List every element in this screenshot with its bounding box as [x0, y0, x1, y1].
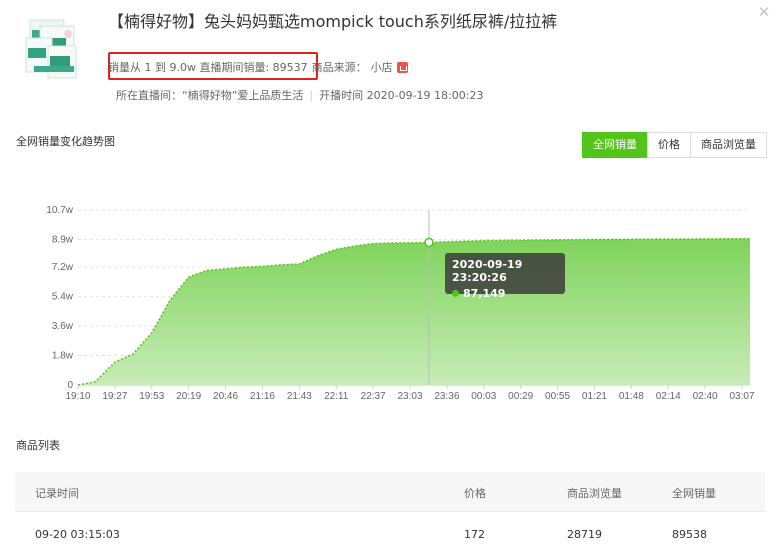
- product-list-header: 记录时间 价格 商品浏览量 全网销量: [15, 472, 765, 512]
- x-tick-label: 01:48: [619, 391, 644, 402]
- product-title: 【楠得好物】兔头妈妈甄选mompick touch系列纸尿裤/拉拉裤: [108, 12, 558, 31]
- sales-area: [78, 238, 750, 385]
- col-record-time[interactable]: 记录时间: [35, 485, 79, 501]
- y-tick-label: 5.4w: [52, 292, 74, 303]
- x-tick-label: 20:19: [176, 391, 201, 402]
- metric-tabs: 全网销量 价格 商品浏览量: [582, 132, 767, 158]
- y-tick-label: 3.6w: [52, 321, 74, 332]
- col-price[interactable]: 价格: [464, 485, 486, 501]
- source-label: 商品来源：: [311, 61, 367, 74]
- sales-trend-chart[interactable]: 0 1.8w 3.6w 5.4w 7.2w 8.9w 10.7w 19:10 19:27 19:…: [0, 195, 780, 410]
- row-sales: 89538: [672, 528, 707, 541]
- hover-point[interactable]: [424, 237, 434, 248]
- tab-total-sales[interactable]: 全网销量: [582, 132, 648, 158]
- table-row: 09-20 03:15:03 172 28719 89538: [15, 518, 765, 550]
- row-views: 28719: [567, 528, 602, 541]
- product-list-title: 商品列表: [16, 439, 60, 452]
- col-views[interactable]: 商品浏览量: [567, 485, 622, 501]
- x-tick-label: 00:55: [545, 391, 570, 402]
- x-tick-label: 00:29: [508, 391, 533, 402]
- x-tick-label: 01:21: [582, 391, 607, 402]
- x-tick-label: 03:07: [729, 391, 754, 402]
- x-tick-label: 20:46: [213, 391, 238, 402]
- y-tick-label: 1.8w: [52, 351, 74, 362]
- x-tick-label: 19:27: [102, 391, 127, 402]
- x-tick-label: 23:36: [434, 391, 459, 402]
- chart-tooltip: 2020-09-19 23:20:26 87,149: [445, 253, 565, 300]
- close-button[interactable]: ✕: [756, 4, 772, 20]
- y-tick-label: 8.9w: [52, 234, 74, 245]
- product-meta: 销量从 1 到 9.0w 直播期间销量: 89537 商品来源： 小店: [108, 59, 408, 75]
- tab-product-views[interactable]: 商品浏览量: [690, 132, 767, 158]
- x-tick-label: 23:03: [397, 391, 422, 402]
- x-tick-label: 21:43: [287, 391, 312, 402]
- tooltip-value: 87,149: [463, 287, 506, 300]
- shop-icon[interactable]: [396, 61, 408, 73]
- source-value: 小店: [370, 61, 393, 74]
- y-tick-label: 7.2w: [52, 262, 74, 273]
- chart-section-title: 全网销量变化趋势图: [16, 135, 115, 148]
- live-room-label: 所在直播间：: [116, 89, 182, 102]
- x-tick-label: 22:11: [324, 391, 349, 402]
- y-tick-label: 10.7w: [46, 205, 73, 216]
- live-time: 2020-09-19 18:00:23: [366, 89, 484, 102]
- x-tick-label: 19:53: [139, 391, 164, 402]
- live-time-label: 开播时间: [319, 89, 364, 102]
- y-tick-label: 0: [67, 380, 73, 391]
- tab-price[interactable]: 价格: [647, 132, 691, 158]
- x-tick-label: 19:10: [65, 391, 90, 402]
- x-tick-label: 02:40: [693, 391, 718, 402]
- sales-summary: 销量从 1 到 9.0w 直播期间销量: 89537: [108, 61, 308, 74]
- col-sales[interactable]: 全网销量: [672, 485, 716, 501]
- x-tick-label: 02:14: [656, 391, 681, 402]
- series-dot-icon: [452, 290, 459, 297]
- x-tick-label: 22:37: [361, 391, 386, 402]
- x-tick-label: 21:16: [250, 391, 275, 402]
- tooltip-time: 2020-09-19 23:20:26: [452, 258, 523, 284]
- row-time: 09-20 03:15:03: [35, 528, 120, 541]
- row-price: 172: [464, 528, 485, 541]
- product-thumbnail: [25, 19, 77, 79]
- x-tick-label: 00:03: [471, 391, 496, 402]
- live-info: 所在直播间：“楠得好物”爱上品质生活 | 开播时间 2020-09-19 18:00…: [116, 89, 484, 102]
- live-room-name[interactable]: “楠得好物”爱上品质生活: [182, 89, 303, 102]
